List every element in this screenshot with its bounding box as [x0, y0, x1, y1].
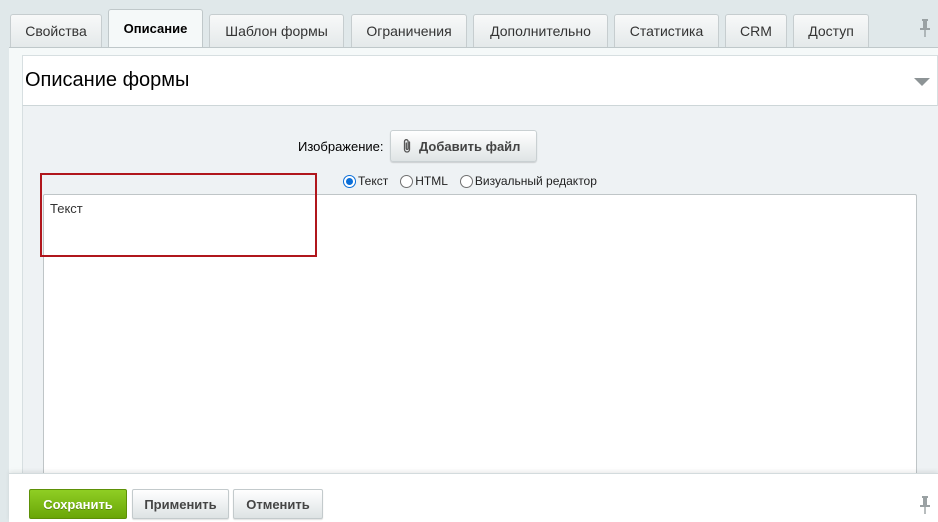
save-button[interactable]: Сохранить: [29, 489, 127, 519]
add-file-label: Добавить файл: [419, 138, 521, 154]
tab-additional[interactable]: Дополнительно: [473, 14, 608, 47]
section-header[interactable]: Описание формы: [22, 55, 938, 106]
image-label: Изображение:: [298, 139, 384, 154]
description-textarea[interactable]: [43, 194, 917, 484]
cancel-button[interactable]: Отменить: [233, 489, 323, 519]
mode-html-option[interactable]: HTML: [400, 174, 448, 188]
form-editor-page: Свойства Описание Шаблон формы Ограничен…: [0, 0, 938, 522]
mode-html-radio[interactable]: [400, 174, 414, 188]
tab-statistics[interactable]: Статистика: [614, 14, 719, 47]
editor-mode-group: Текст HTML Визуальный редактор: [343, 174, 609, 188]
mode-visual-label: Визуальный редактор: [474, 174, 597, 188]
tab-bar: Свойства Описание Шаблон формы Ограничен…: [0, 0, 938, 47]
section-body: Изображение: Добавить файл Текст HTML Ви…: [22, 106, 938, 484]
action-bar: Сохранить Применить Отменить: [9, 473, 938, 522]
add-file-button[interactable]: Добавить файл: [390, 130, 537, 162]
apply-button[interactable]: Применить: [132, 489, 229, 519]
tab-crm[interactable]: CRM: [725, 14, 787, 47]
mode-visual-option[interactable]: Визуальный редактор: [459, 174, 597, 188]
mode-text-option[interactable]: Текст: [343, 174, 388, 188]
mode-text-label: Текст: [358, 174, 389, 188]
tab-description[interactable]: Описание: [108, 9, 203, 47]
tab-form-template[interactable]: Шаблон формы: [209, 14, 344, 47]
section-title: Описание формы: [25, 69, 190, 91]
tab-properties[interactable]: Свойства: [10, 14, 102, 47]
mode-visual-radio[interactable]: [459, 174, 473, 188]
collapse-arrow-icon[interactable]: [914, 78, 930, 86]
pin-icon[interactable]: [918, 18, 932, 38]
description-panel: Описание формы Изображение: Добавить фай…: [9, 47, 938, 484]
mode-text-radio[interactable]: [343, 174, 356, 188]
tab-restrictions[interactable]: Ограничения: [351, 14, 467, 47]
mode-html-label: HTML: [415, 174, 448, 188]
paperclip-icon: [403, 139, 411, 153]
tab-access[interactable]: Доступ: [793, 14, 869, 47]
pin-icon[interactable]: [918, 495, 932, 515]
